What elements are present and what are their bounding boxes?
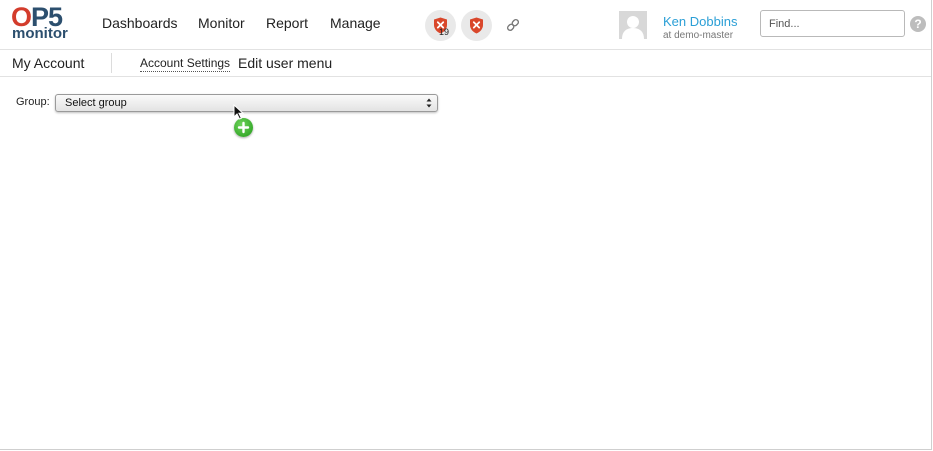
select-arrows-icon xyxy=(426,98,432,108)
help-icon[interactable]: ? xyxy=(910,16,926,32)
link-icon[interactable] xyxy=(505,17,521,33)
page-title: My Account xyxy=(12,55,85,71)
logo-subtext: monitor xyxy=(12,25,68,42)
group-select[interactable]: Select group xyxy=(55,94,438,112)
service-problems-button[interactable] xyxy=(461,10,492,41)
host-problems-count: 19 xyxy=(439,27,450,37)
op5-logo[interactable]: OP5 monitor xyxy=(11,4,73,44)
sub-bar-divider xyxy=(111,53,112,73)
top-bar: OP5 monitor Dashboards Monitor Report Ma… xyxy=(0,0,931,50)
user-silhouette-icon xyxy=(622,16,644,39)
group-select-value: Select group xyxy=(65,97,127,109)
mouse-cursor-icon xyxy=(233,104,245,120)
nav-report[interactable]: Report xyxy=(266,15,308,31)
nav-dashboards[interactable]: Dashboards xyxy=(102,15,178,31)
shield-x-icon xyxy=(470,17,483,34)
sub-bar: My Account Account Settings Edit user me… xyxy=(0,50,931,77)
user-host: at demo-master xyxy=(663,30,734,41)
plus-circle-icon xyxy=(237,121,250,134)
add-group-button[interactable] xyxy=(234,118,253,137)
avatar[interactable] xyxy=(619,11,647,39)
nav-monitor[interactable]: Monitor xyxy=(198,15,245,31)
nav-manage[interactable]: Manage xyxy=(330,15,381,31)
user-name-link[interactable]: Ken Dobbins xyxy=(663,14,737,29)
host-problems-button[interactable]: 19 xyxy=(425,10,456,41)
app-window: OP5 monitor Dashboards Monitor Report Ma… xyxy=(0,0,932,450)
search-input[interactable] xyxy=(760,10,905,37)
account-settings-link[interactable]: Account Settings xyxy=(140,56,231,72)
edit-user-menu-link[interactable]: Edit user menu xyxy=(238,55,332,71)
group-label: Group: xyxy=(16,96,50,108)
